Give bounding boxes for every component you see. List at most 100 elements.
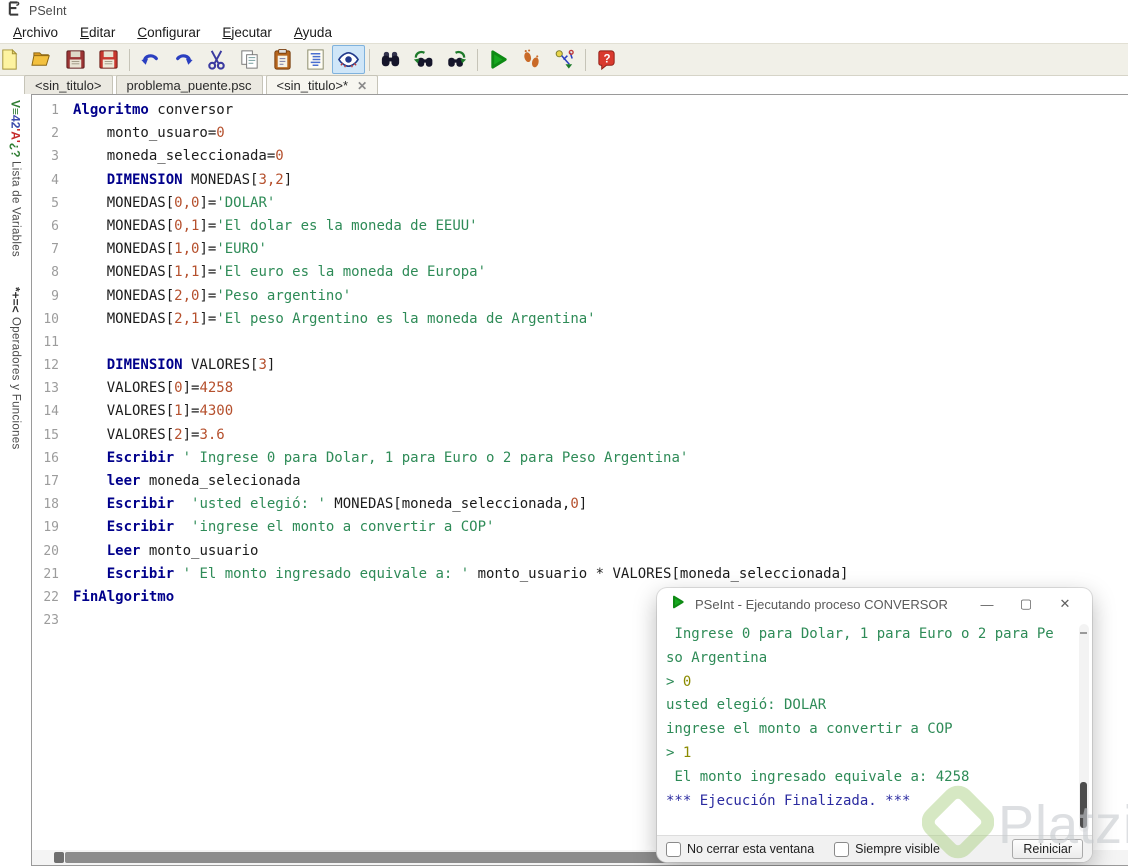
code-text: moneda_seleccionada=0 xyxy=(73,145,284,168)
code-text: MONEDAS[2,0]='Peso argentino' xyxy=(73,285,351,308)
help-icon: ? xyxy=(595,48,618,71)
restart-button[interactable]: Reiniciar xyxy=(1012,839,1083,859)
save-as-icon xyxy=(97,48,120,71)
copy-button[interactable] xyxy=(233,45,266,74)
autoformat-button[interactable] xyxy=(299,45,332,74)
line-number: 11 xyxy=(32,331,73,354)
code-text: Escribir 'usted elegió: ' MONEDAS[moneda… xyxy=(73,493,587,516)
toolbar-separator xyxy=(477,49,478,71)
help-button[interactable]: ? xyxy=(590,45,623,74)
code-text: VALORES[2]=3.6 xyxy=(73,424,225,447)
code-text: MONEDAS[0,0]='DOLAR' xyxy=(73,192,275,215)
find-next-button[interactable] xyxy=(440,45,473,74)
paste-button[interactable] xyxy=(266,45,299,74)
code-line: 13 VALORES[0]=4258 xyxy=(32,377,1128,400)
code-line: 2 monto_usuaro=0 xyxy=(32,122,1128,145)
document-tab-sin_titulo[interactable]: <sin_titulo>*✕ xyxy=(266,75,379,96)
run-icon xyxy=(487,48,510,71)
code-text: Escribir ' Ingrese 0 para Dolar, 1 para … xyxy=(73,447,688,470)
find-button[interactable] xyxy=(374,45,407,74)
console-scrollbar-thumb[interactable] xyxy=(1080,782,1087,828)
line-number: 5 xyxy=(32,192,73,215)
cut-icon xyxy=(205,48,228,71)
minimize-button[interactable]: — xyxy=(972,597,1002,612)
menu-archivo[interactable]: Archivo xyxy=(2,23,69,42)
side-tab-variables[interactable]: V≡42'A'¿?Lista de Variables xyxy=(0,94,31,257)
line-number: 7 xyxy=(32,238,73,261)
undo-button[interactable] xyxy=(134,45,167,74)
tab-close-icon[interactable]: ✕ xyxy=(357,80,367,92)
document-tab-sin_titulo[interactable]: <sin_titulo> xyxy=(24,75,113,96)
console-output: Ingrese 0 para Dolar, 1 para Euro o 2 pa… xyxy=(657,621,1076,835)
code-line: 18 Escribir 'usted elegió: ' MONEDAS[mon… xyxy=(32,493,1128,516)
checkbox-label: Siempre visible xyxy=(855,842,940,856)
line-number: 9 xyxy=(32,285,73,308)
menu-editar[interactable]: Editar xyxy=(69,23,126,42)
new-file-icon xyxy=(0,48,21,71)
side-tab-operators[interactable]: *+=<Operadores y Funciones xyxy=(0,281,31,449)
syntax-view-button[interactable] xyxy=(332,45,365,74)
redo-button[interactable] xyxy=(167,45,200,74)
code-line: 20 Leer monto_usuario xyxy=(32,540,1128,563)
document-tab-problema_puente.psc[interactable]: problema_puente.psc xyxy=(116,75,263,96)
execution-console-window: PSeInt - Ejecutando proceso CONVERSOR — … xyxy=(657,588,1092,862)
find-previous-button[interactable] xyxy=(407,45,440,74)
code-text: Leer monto_usuario xyxy=(73,540,258,563)
menu-configurar[interactable]: Configurar xyxy=(126,23,211,42)
code-line: 4 DIMENSION MONEDAS[3,2] xyxy=(32,169,1128,192)
side-tab-label: Operadores y Funciones xyxy=(10,317,22,450)
open-button[interactable] xyxy=(26,45,59,74)
line-number: 10 xyxy=(32,308,73,331)
save-button[interactable] xyxy=(59,45,92,74)
checkbox-keep-open[interactable]: No cerrar esta ventana xyxy=(666,842,814,857)
code-text: Algoritmo conversor xyxy=(73,99,233,122)
line-number: 20 xyxy=(32,540,73,563)
line-number: 21 xyxy=(32,563,73,586)
redo-icon xyxy=(172,48,195,71)
code-line: 21 Escribir ' El monto ingresado equival… xyxy=(32,563,1128,586)
code-text: MONEDAS[0,1]='El dolar es la moneda de E… xyxy=(73,215,478,238)
run-icon xyxy=(670,594,686,615)
line-number: 13 xyxy=(32,377,73,400)
close-button[interactable]: ✕ xyxy=(1050,596,1080,612)
new-file-button[interactable] xyxy=(0,45,26,74)
code-line: 17 leer moneda_selecionada xyxy=(32,470,1128,493)
console-line: El monto ingresado equivale a: 4258 xyxy=(666,766,1059,790)
code-text: monto_usuaro=0 xyxy=(73,122,225,145)
maximize-button[interactable]: ▢ xyxy=(1011,596,1041,612)
toolbar-separator xyxy=(369,49,370,71)
code-line: 9 MONEDAS[2,0]='Peso argentino' xyxy=(32,285,1128,308)
line-number: 4 xyxy=(32,169,73,192)
code-line: 16 Escribir ' Ingrese 0 para Dolar, 1 pa… xyxy=(32,447,1128,470)
side-tab-label: Lista de Variables xyxy=(10,161,22,257)
tab-label: <sin_titulo> xyxy=(35,78,102,93)
scrollbar-left-arrow[interactable] xyxy=(54,852,64,863)
cut-button[interactable] xyxy=(200,45,233,74)
line-number: 16 xyxy=(32,447,73,470)
console-scrollbar-top-mark xyxy=(1080,632,1087,634)
console-title-bar: PSeInt - Ejecutando proceso CONVERSOR — … xyxy=(657,588,1092,620)
toolbar-separator xyxy=(585,49,586,71)
console-scrollbar[interactable] xyxy=(1079,624,1089,832)
line-number: 2 xyxy=(32,122,73,145)
code-text: FinAlgoritmo xyxy=(73,586,174,609)
code-line: 1Algoritmo conversor xyxy=(32,99,1128,122)
console-line: > 1 xyxy=(666,742,1059,766)
line-number: 12 xyxy=(32,354,73,377)
run-step-icon xyxy=(520,48,543,71)
paste-icon xyxy=(271,48,294,71)
run-step-button[interactable] xyxy=(515,45,548,74)
checkbox-box[interactable] xyxy=(666,842,681,857)
tab-label: problema_puente.psc xyxy=(127,78,252,93)
code-line: 5 MONEDAS[0,0]='DOLAR' xyxy=(32,192,1128,215)
run-button[interactable] xyxy=(482,45,515,74)
checkbox-always-visible[interactable]: Siempre visible xyxy=(834,842,940,857)
menu-ayuda[interactable]: Ayuda xyxy=(283,23,343,42)
code-text: MONEDAS[1,0]='EURO' xyxy=(73,238,267,261)
save-as-button[interactable] xyxy=(92,45,125,74)
menu-ejecutar[interactable]: Ejecutar xyxy=(211,23,283,42)
checkbox-box[interactable] xyxy=(834,842,849,857)
code-text: VALORES[0]=4258 xyxy=(73,377,233,400)
flowchart-button[interactable] xyxy=(548,45,581,74)
code-text: VALORES[1]=4300 xyxy=(73,400,233,423)
